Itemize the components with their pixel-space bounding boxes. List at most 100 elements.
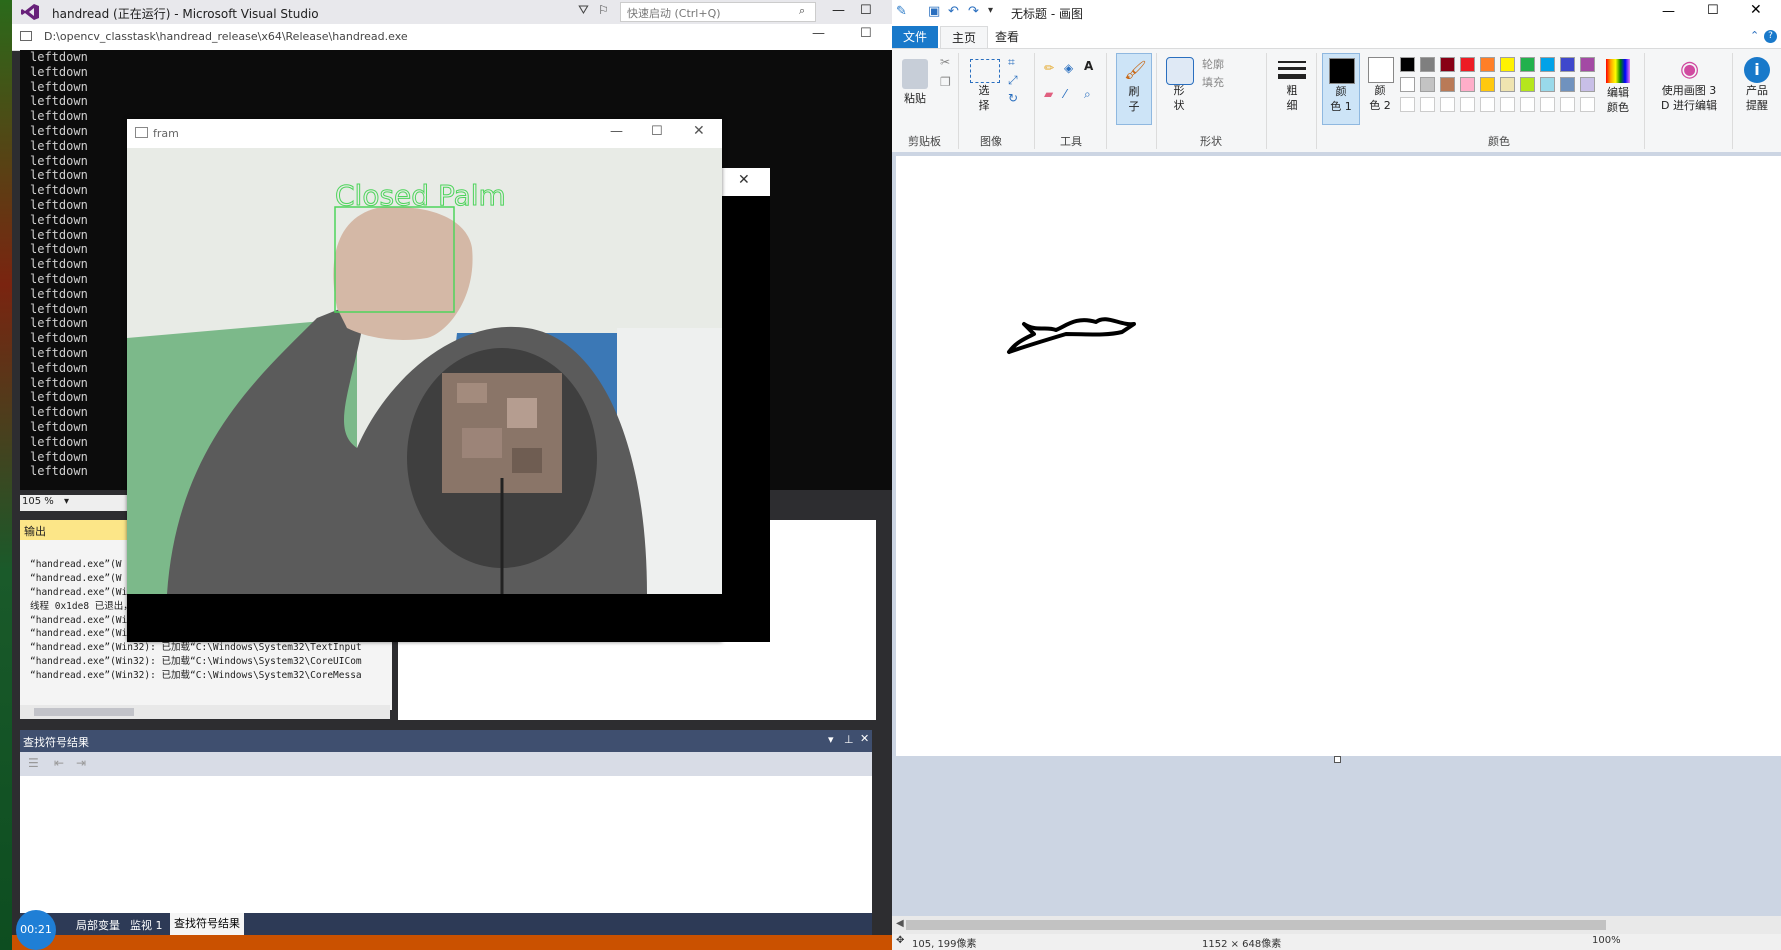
empty-color-slot[interactable]: [1440, 97, 1455, 112]
console-minimize-button[interactable]: —: [812, 26, 825, 41]
help-icon[interactable]: ?: [1764, 30, 1777, 43]
color-picker-icon[interactable]: ⁄: [1064, 87, 1066, 101]
palette-color-swatch[interactable]: [1580, 57, 1595, 72]
paint3d-button[interactable]: 使用画图 3D 进行编辑: [1650, 83, 1728, 113]
tab-find-symbol-results[interactable]: 查找符号结果: [170, 913, 244, 935]
palette-color-swatch[interactable]: [1420, 57, 1435, 72]
color1-swatch: [1329, 58, 1355, 84]
palette-color-swatch[interactable]: [1520, 77, 1535, 92]
palette-color-swatch[interactable]: [1560, 77, 1575, 92]
crop-icon[interactable]: ⌗: [1008, 55, 1015, 70]
empty-color-slot[interactable]: [1400, 97, 1415, 112]
next-icon[interactable]: ⇥: [76, 756, 86, 770]
group-shapes: 形状: [1200, 135, 1222, 148]
fill-button[interactable]: 填充: [1202, 75, 1224, 90]
magnifier-icon[interactable]: ⌕: [1084, 87, 1091, 102]
drawing-canvas[interactable]: [896, 156, 1781, 756]
undo-icon[interactable]: ↶: [948, 4, 959, 19]
resize-handle[interactable]: [1334, 756, 1341, 763]
empty-color-slot[interactable]: [1580, 97, 1595, 112]
edit-colors-button[interactable]: 编辑 颜色: [1600, 85, 1636, 115]
eraser-icon[interactable]: ▰: [1044, 87, 1053, 101]
fram-maximize-button[interactable]: ☐: [651, 124, 663, 139]
feedback-icon[interactable]: ⚐: [598, 3, 609, 17]
tab-view[interactable]: 查看: [984, 26, 1030, 48]
scroll-left-icon[interactable]: ◀: [896, 918, 904, 929]
close-icon[interactable]: ✕: [860, 732, 869, 745]
palette-color-swatch[interactable]: [1480, 57, 1495, 72]
select-icon[interactable]: [970, 59, 1000, 83]
filter-icon[interactable]: ⛛: [578, 3, 589, 18]
save-icon[interactable]: ▣: [928, 4, 940, 19]
tab-locals[interactable]: 局部变量: [76, 917, 120, 933]
fill-icon[interactable]: ◈: [1064, 61, 1073, 75]
palette-color-swatch[interactable]: [1500, 57, 1515, 72]
output-horizontal-scrollbar[interactable]: [20, 705, 390, 719]
palette-color-swatch[interactable]: [1500, 77, 1515, 92]
console-maximize-button[interactable]: ☐: [860, 26, 872, 41]
background-close-icon[interactable]: ✕: [738, 172, 750, 188]
zoom-selector[interactable]: 105 % ▾: [20, 495, 140, 511]
palette-color-swatch[interactable]: [1400, 77, 1415, 92]
paint-minimize-button[interactable]: —: [1662, 4, 1675, 19]
palette-color-swatch[interactable]: [1460, 57, 1475, 72]
palette-color-swatch[interactable]: [1460, 77, 1475, 92]
tab-watch-1[interactable]: 监视 1: [130, 917, 163, 933]
palette-color-swatch[interactable]: [1540, 57, 1555, 72]
edit-colors-icon: [1606, 59, 1630, 83]
palette-color-swatch[interactable]: [1440, 77, 1455, 92]
paint-horizontal-scrollbar[interactable]: ◀: [892, 916, 1781, 934]
resize-icon[interactable]: ⤢: [1008, 73, 1018, 88]
palette-color-swatch[interactable]: [1440, 57, 1455, 72]
size-button[interactable]: 粗细: [1276, 83, 1308, 113]
shapes-icon[interactable]: [1166, 57, 1194, 85]
empty-color-slot[interactable]: [1560, 97, 1575, 112]
tab-file[interactable]: 文件: [892, 26, 939, 48]
prev-icon[interactable]: ⇤: [54, 756, 64, 770]
palette-color-swatch[interactable]: [1540, 77, 1555, 92]
text-icon[interactable]: A: [1084, 59, 1093, 73]
brush-button[interactable]: 🖌 刷子: [1116, 53, 1152, 125]
paint-window-title: 无标题 - 画图: [1011, 7, 1083, 21]
palette-color-swatch[interactable]: [1520, 57, 1535, 72]
paste-button[interactable]: 粘贴: [900, 91, 930, 106]
paste-icon[interactable]: [902, 59, 928, 89]
color2-button[interactable]: 颜色 2: [1362, 53, 1398, 123]
copy-icon[interactable]: ❐: [940, 75, 951, 89]
pencil-icon[interactable]: ✏: [1044, 61, 1054, 75]
redo-icon[interactable]: ↷: [968, 4, 979, 19]
select-button[interactable]: 选择: [968, 83, 1000, 113]
palette-color-swatch[interactable]: [1400, 57, 1415, 72]
palette-color-swatch[interactable]: [1420, 77, 1435, 92]
empty-color-slot[interactable]: [1520, 97, 1535, 112]
palette-color-swatch[interactable]: [1560, 57, 1575, 72]
pin-icon[interactable]: ⊥: [844, 733, 854, 746]
fram-minimize-button[interactable]: —: [610, 124, 623, 139]
empty-color-slot[interactable]: [1540, 97, 1555, 112]
product-alert-button[interactable]: 产品 提醒: [1738, 83, 1776, 113]
palette-color-swatch[interactable]: [1580, 77, 1595, 92]
empty-color-slot[interactable]: [1460, 97, 1475, 112]
quick-launch-search[interactable]: 快速启动 (Ctrl+Q) ⌕: [620, 2, 816, 22]
list-icon[interactable]: ☰: [28, 756, 39, 770]
console-line: leftdown: [30, 94, 88, 109]
tab-home[interactable]: 主页: [940, 26, 989, 49]
palette-color-swatch[interactable]: [1480, 77, 1495, 92]
fram-close-button[interactable]: ✕: [693, 123, 705, 139]
dropdown-icon[interactable]: ▾: [828, 733, 834, 746]
color1-button[interactable]: 颜色 1: [1322, 53, 1360, 125]
rotate-icon[interactable]: ↻: [1008, 91, 1018, 105]
collapse-ribbon-icon[interactable]: ⌃: [1750, 29, 1759, 42]
minimize-button[interactable]: —: [832, 3, 845, 18]
maximize-button[interactable]: ☐: [860, 3, 872, 18]
empty-color-slot[interactable]: [1500, 97, 1515, 112]
empty-color-slot[interactable]: [1480, 97, 1495, 112]
fram-window-icon: [135, 127, 148, 138]
cut-icon[interactable]: ✂: [940, 55, 950, 69]
customize-icon[interactable]: ▾: [988, 5, 993, 16]
paint-maximize-button[interactable]: ☐: [1707, 3, 1719, 18]
shapes-button[interactable]: 形状: [1164, 83, 1194, 113]
empty-color-slot[interactable]: [1420, 97, 1435, 112]
outline-button[interactable]: 轮廓: [1202, 57, 1224, 72]
paint-close-button[interactable]: ✕: [1750, 2, 1762, 18]
